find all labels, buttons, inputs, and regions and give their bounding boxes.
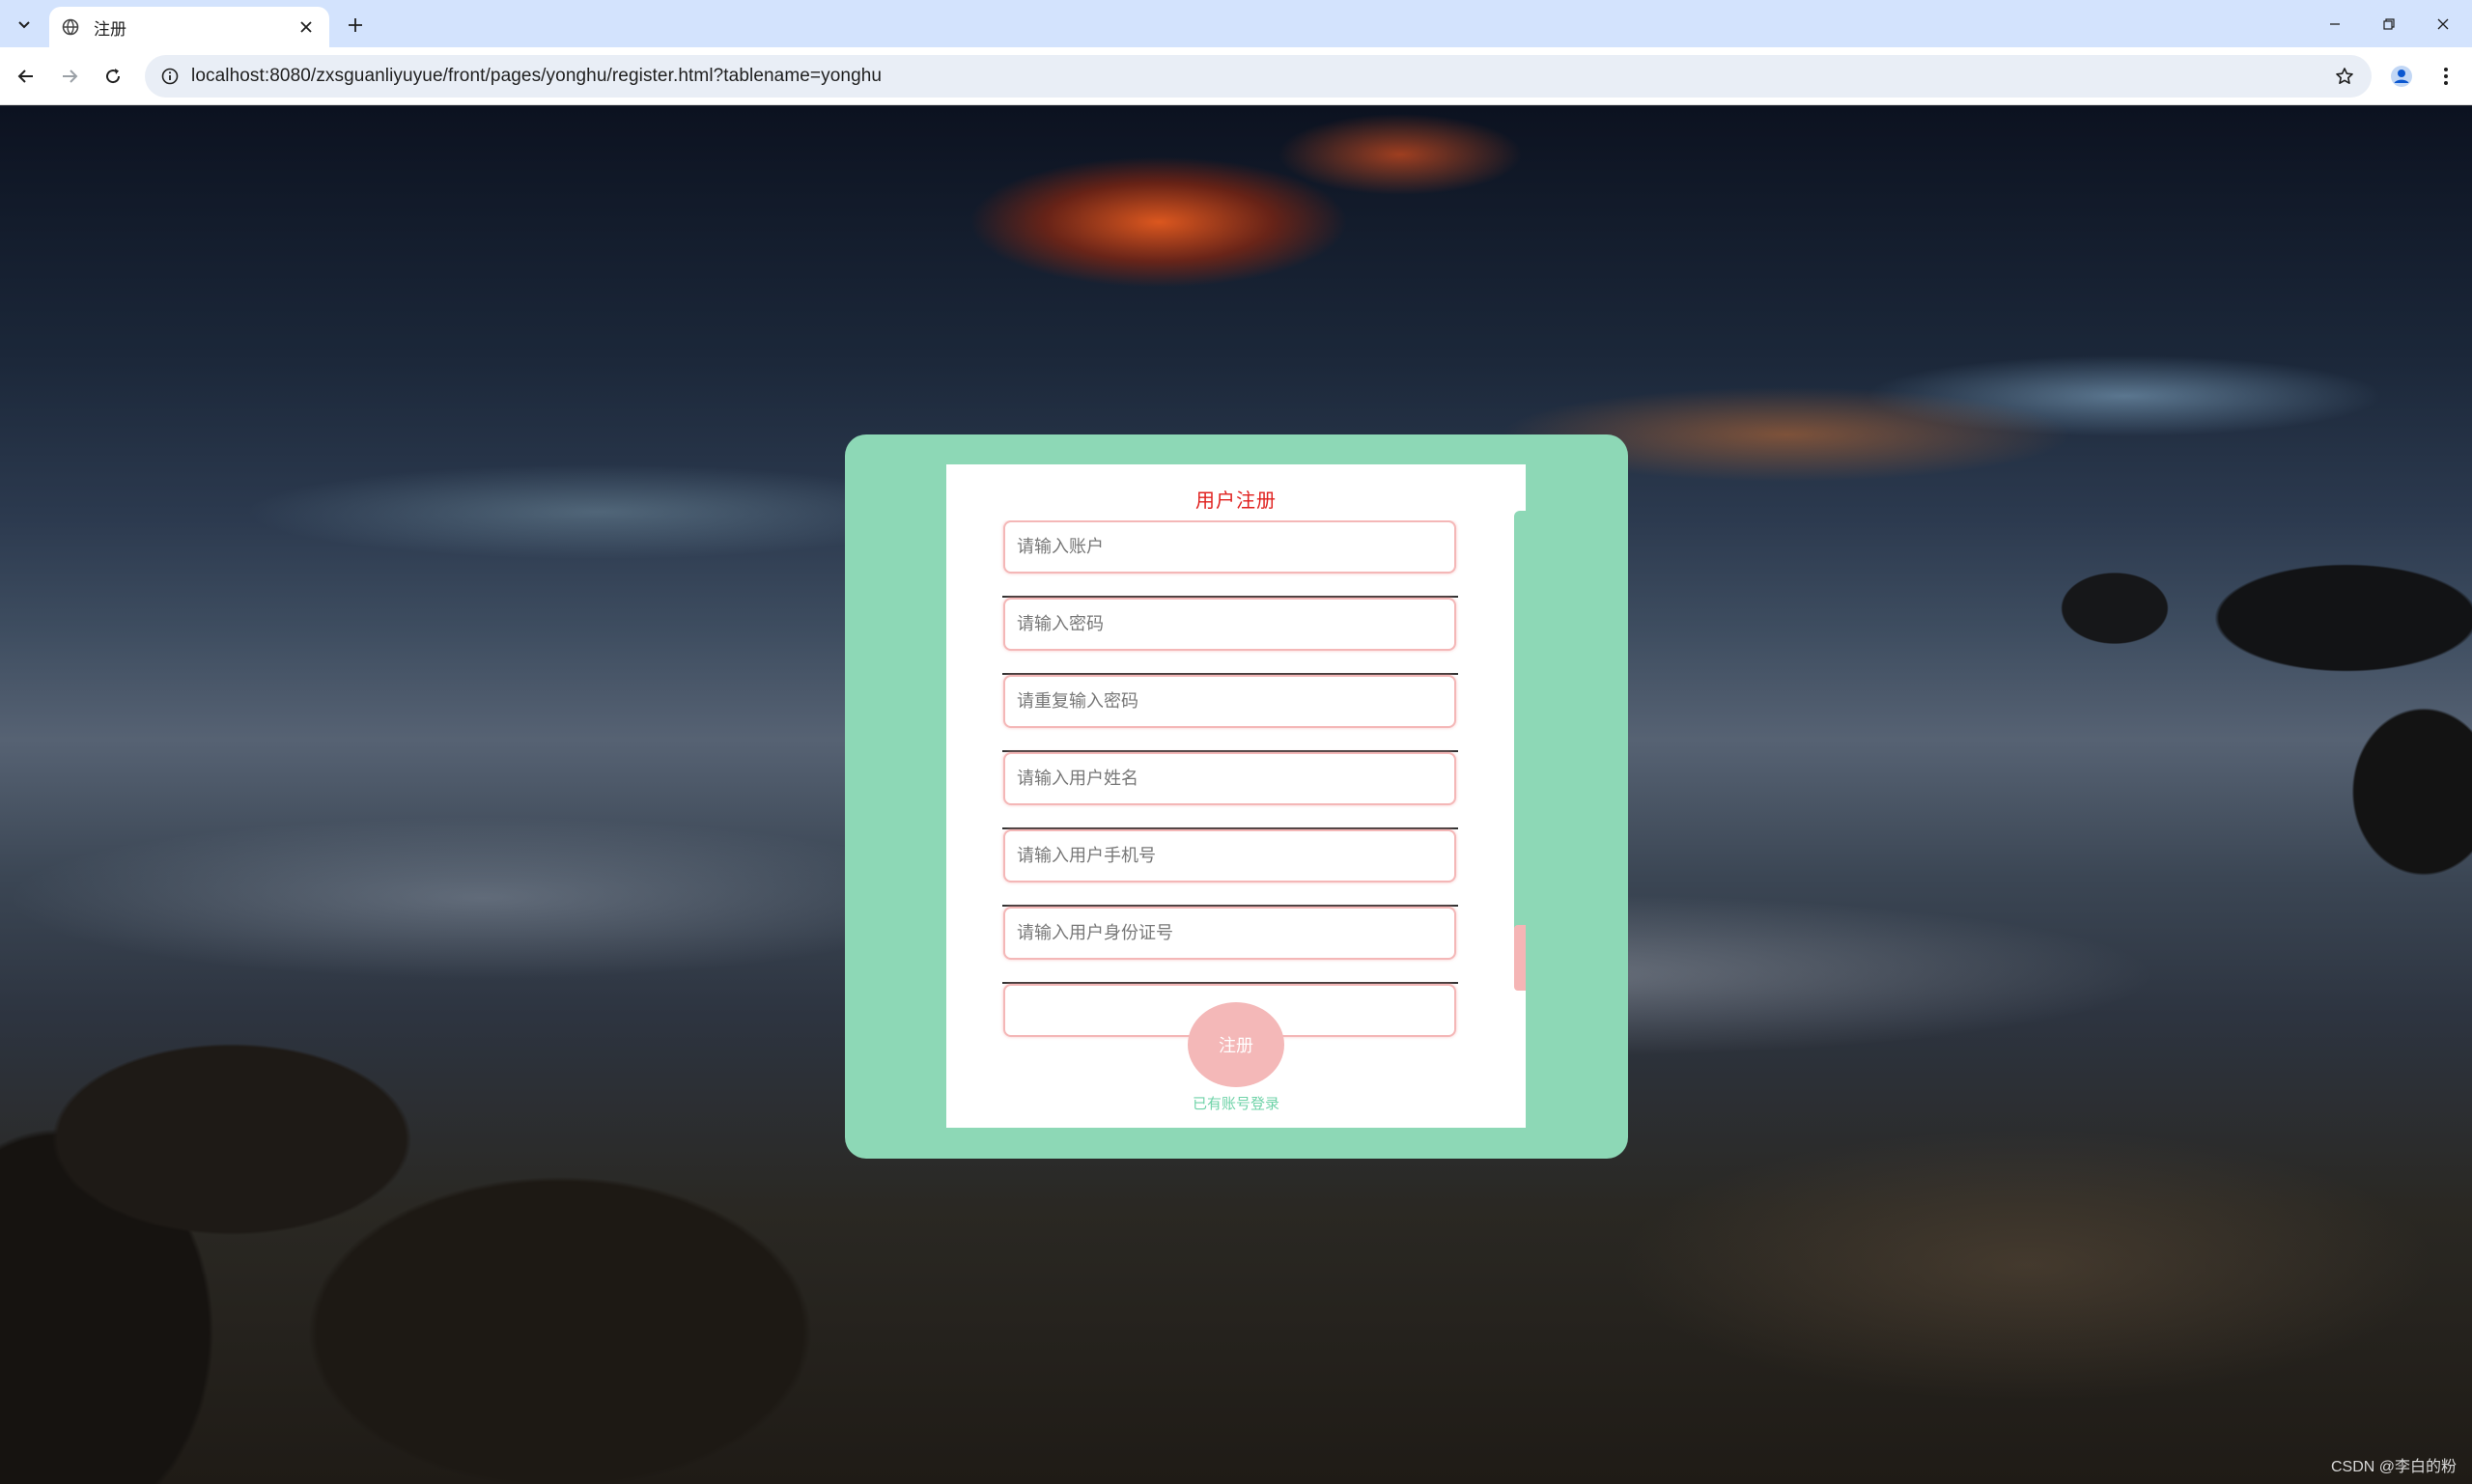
account-input[interactable] [1003, 520, 1456, 574]
globe-icon [61, 17, 80, 37]
scrollbar-thumb[interactable] [1514, 925, 1526, 991]
page-viewport: 用户注册 请输入账户 请输入用户姓名 请输入用户手机号 请输入用户身份证号 注册… [0, 106, 2472, 1484]
login-link[interactable]: 已有账号登录 [946, 1093, 1526, 1113]
register-title: 用户注册 [1195, 490, 1277, 512]
register-button[interactable]: 注册 [1188, 1002, 1284, 1087]
field-row-password [1002, 598, 1458, 675]
watermark-text: CSDN @李白的粉 [2330, 1459, 2457, 1475]
close-tab-icon[interactable] [295, 15, 318, 39]
reload-icon[interactable] [97, 60, 129, 93]
field-row-phone [1002, 829, 1458, 907]
register-card: 用户注册 请输入账户 请输入用户姓名 请输入用户手机号 请输入用户身份证号 注册… [845, 434, 1628, 1159]
field-row-repeat-password [1002, 675, 1458, 752]
new-tab-plus-icon[interactable] [340, 10, 371, 41]
browser-toolbar: localhost:8080/zxsguanliyuyue/front/page… [0, 47, 2472, 105]
user-name-input[interactable] [1003, 752, 1456, 805]
field-row-name [1002, 752, 1458, 829]
site-info-icon[interactable] [149, 55, 191, 98]
scrollbar-track[interactable] [1514, 511, 1526, 990]
password-input[interactable] [1003, 598, 1456, 651]
background-cliff [2298, 666, 2472, 917]
register-panel: 用户注册 请输入账户 请输入用户姓名 请输入用户手机号 请输入用户身份证号 注册… [946, 464, 1526, 1128]
kebab-menu-icon[interactable] [2430, 60, 2462, 93]
tab-search-chevron-icon[interactable] [8, 9, 41, 40]
repeat-password-input[interactable] [1003, 675, 1456, 728]
field-row-account [1002, 520, 1458, 598]
register-field-list[interactable] [946, 520, 1513, 1046]
tab-title: 注册 [94, 19, 126, 39]
id-card-input[interactable] [1003, 907, 1456, 960]
url-text[interactable]: localhost:8080/zxsguanliyuyue/front/page… [191, 66, 2323, 87]
bookmark-star-icon[interactable] [2323, 55, 2366, 98]
back-arrow-icon[interactable] [10, 60, 42, 93]
browser-tab-strip: 注册 [0, 0, 2472, 47]
close-window-icon[interactable] [2416, 0, 2470, 47]
minimize-icon[interactable] [2308, 0, 2362, 47]
profile-avatar-icon[interactable] [2385, 60, 2418, 93]
browser-tab[interactable]: 注册 [49, 7, 329, 47]
address-bar[interactable]: localhost:8080/zxsguanliyuyue/front/page… [145, 55, 2372, 98]
phone-input[interactable] [1003, 829, 1456, 882]
forward-arrow-icon[interactable] [53, 60, 86, 93]
restore-icon[interactable] [2362, 0, 2416, 47]
field-row-id-card [1002, 907, 1458, 984]
